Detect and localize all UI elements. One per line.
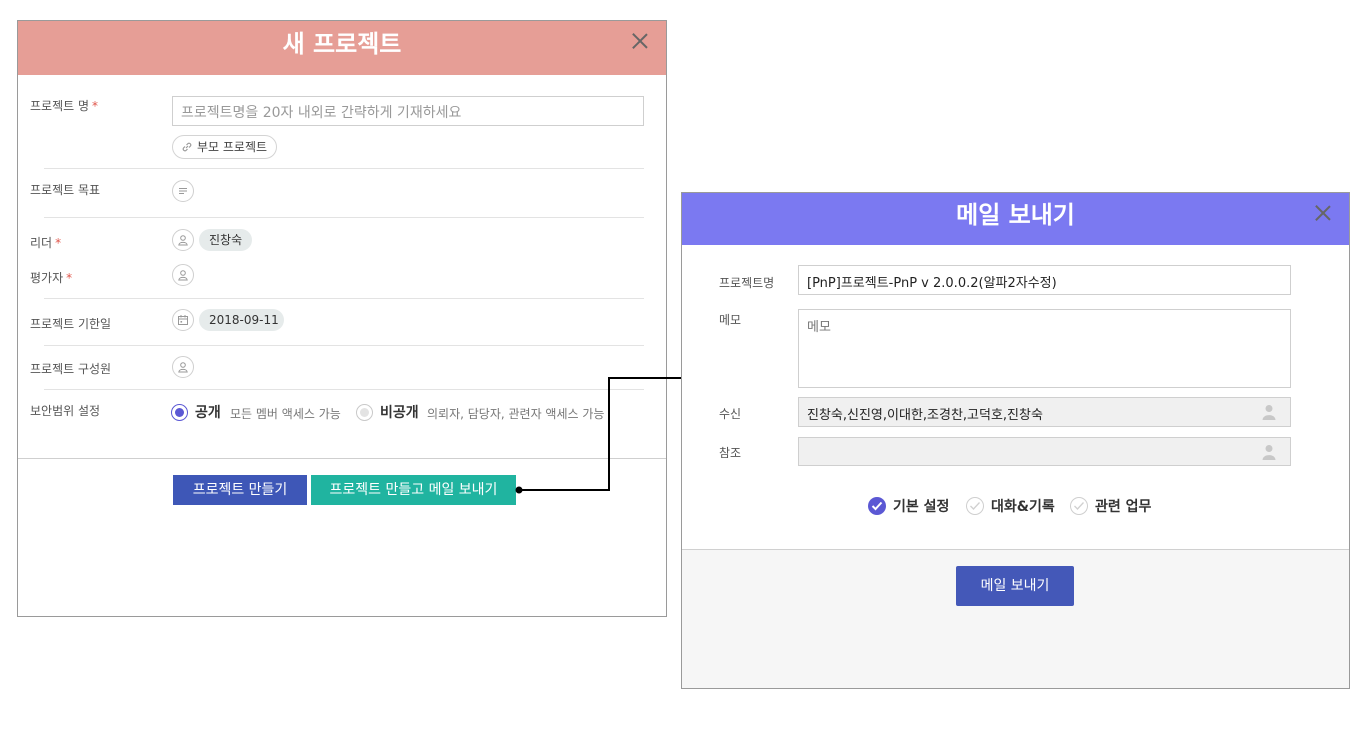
- close-icon[interactable]: [1315, 205, 1331, 221]
- address-book-icon[interactable]: [1262, 404, 1276, 420]
- close-icon[interactable]: [632, 33, 648, 49]
- goal-edit-button[interactable]: [172, 180, 194, 202]
- to-recipients: 진창숙,신진영,이대한,조경찬,고덕호,진창숙: [807, 408, 1043, 423]
- cc-field[interactable]: [798, 437, 1291, 466]
- project-goal-label: 프로젝트 목표: [30, 183, 101, 197]
- new-project-header: 새 프로젝트: [18, 21, 666, 75]
- project-name-label: 프로젝트 명 *: [30, 99, 99, 113]
- deadline-calendar-button[interactable]: [172, 309, 194, 331]
- radio-unselected-icon: [356, 404, 373, 421]
- unchecked-icon: [1070, 497, 1088, 515]
- deadline-label: 프로젝트 기한일: [30, 317, 112, 331]
- evaluator-add-button[interactable]: [172, 264, 194, 286]
- unchecked-icon: [966, 497, 984, 515]
- radio-public-label: 공개: [195, 405, 221, 421]
- project-name-input[interactable]: 프로젝트명을 20자 내외로 간략하게 기재하세요: [172, 96, 644, 126]
- memo-label: 메모: [719, 313, 742, 327]
- new-project-title: 새 프로젝트: [282, 30, 402, 58]
- divider: [44, 389, 644, 390]
- security-label: 보안범위 설정: [30, 404, 101, 418]
- parent-project-button[interactable]: 부모 프로젝트: [172, 135, 278, 159]
- address-book-icon[interactable]: [1262, 444, 1276, 460]
- divider: [44, 298, 644, 299]
- radio-private-label: 비공개: [380, 405, 419, 421]
- cc-label: 참조: [719, 446, 742, 460]
- leader-label: 리더 *: [30, 236, 62, 250]
- text-lines-icon: [179, 187, 187, 195]
- new-project-dialog: 새 프로젝트 프로젝트 명 * 프로젝트명을 20자 내외로 간략하게 기재하세요…: [17, 20, 667, 617]
- user-icon: [178, 235, 188, 246]
- radio-selected-icon: [171, 404, 188, 421]
- create-project-button[interactable]: 프로젝트 만들기: [173, 475, 307, 505]
- project-name-field[interactable]: [PnP]프로젝트-PnP v 2.0.0.2(알파2자수정): [798, 265, 1291, 295]
- members-label: 프로젝트 구성원: [30, 362, 112, 376]
- option-label: 기본 설정: [893, 499, 950, 515]
- evaluator-label: 평가자 *: [30, 271, 73, 285]
- option-label: 대화&기록: [991, 499, 1055, 515]
- deadline-chip[interactable]: 2018-09-11: [199, 309, 284, 331]
- user-icon: [178, 270, 188, 281]
- project-name-label: 프로젝트명: [719, 276, 775, 290]
- leader-add-button[interactable]: [172, 229, 194, 251]
- create-and-mail-button[interactable]: 프로젝트 만들고 메일 보내기: [311, 475, 516, 505]
- checked-icon: [868, 497, 886, 515]
- members-add-button[interactable]: [172, 356, 194, 378]
- footer-divider: [18, 458, 666, 459]
- divider: [44, 217, 644, 218]
- calendar-icon: [178, 315, 188, 325]
- option-label: 관련 업무: [1095, 499, 1152, 515]
- send-mail-button[interactable]: 메일 보내기: [956, 566, 1074, 606]
- send-mail-header: 메일 보내기: [682, 193, 1349, 245]
- parent-project-label: 부모 프로젝트: [197, 140, 268, 154]
- divider: [44, 345, 644, 346]
- send-mail-title: 메일 보내기: [956, 201, 1075, 229]
- user-icon: [178, 362, 188, 373]
- to-field[interactable]: 진창숙,신진영,이대한,조경찬,고덕호,진창숙: [798, 397, 1291, 427]
- leader-chip[interactable]: 진창숙: [199, 229, 253, 251]
- radio-public-desc: 모든 멤버 액세스 가능: [230, 407, 341, 421]
- link-icon: [182, 142, 192, 152]
- memo-textarea[interactable]: 메모: [798, 309, 1291, 388]
- to-label: 수신: [719, 407, 742, 421]
- divider: [44, 168, 644, 169]
- radio-private-desc: 의뢰자, 담당자, 관련자 액세스 가능: [427, 407, 605, 421]
- send-mail-dialog: 메일 보내기 프로젝트명 [PnP]프로젝트-PnP v 2.0.0.2(알파2…: [681, 192, 1350, 689]
